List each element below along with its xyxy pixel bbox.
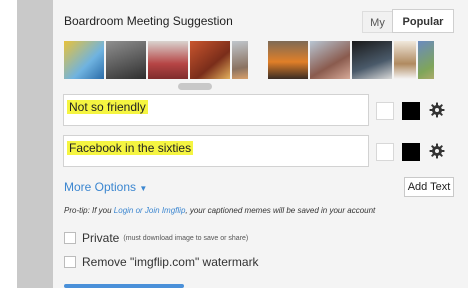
template-thumbnail[interactable] [106,41,146,79]
template-thumbnail[interactable] [190,41,230,79]
caption-text-2: Facebook in the sixties [67,141,194,155]
pro-tip-tail: , your captioned memes will be saved in … [185,206,376,215]
login-join-link[interactable]: Login or Join Imgflip [114,206,186,215]
template-thumbnail-strip [64,41,434,79]
template-thumbnail[interactable] [148,41,188,79]
more-options-link[interactable]: More Options ▼ [64,180,147,194]
private-checkbox[interactable] [64,232,76,244]
template-thumbnail[interactable] [394,41,416,79]
generate-button-edge[interactable] [64,284,184,288]
caption-controls-1 [369,94,455,126]
tab-my[interactable]: My [362,11,392,33]
private-label: Private [82,231,120,245]
pro-tip: Pro-tip: If you Login or Join Imgflip, y… [64,206,444,215]
template-thumbnail[interactable] [310,41,350,79]
gray-side-rail [17,0,53,288]
text-color-swatch[interactable] [376,102,394,120]
thumbnail-gap [250,41,266,79]
caret-down-icon: ▼ [139,184,148,193]
gear-icon[interactable] [429,102,445,118]
template-thumbnail[interactable] [232,41,248,79]
text-color-swatch[interactable] [376,143,394,161]
thumbnail-scrollbar[interactable] [178,83,212,90]
pro-tip-lead: Pro-tip: If you [64,206,114,215]
template-thumbnail[interactable] [268,41,308,79]
caption-text-1: Not so friendly [67,100,148,114]
caption-text-box-1[interactable]: Not so friendly [63,94,369,126]
template-thumbnail[interactable] [418,41,434,79]
template-thumbnail[interactable] [352,41,392,79]
watermark-label: Remove "imgflip.com" watermark [82,255,259,269]
watermark-option: Remove "imgflip.com" watermark [64,255,259,269]
left-gutter [0,0,17,288]
gear-icon[interactable] [429,143,445,159]
outline-color-swatch[interactable] [402,143,420,161]
outline-color-swatch[interactable] [402,102,420,120]
tab-popular[interactable]: Popular [392,9,454,33]
add-text-button[interactable]: Add Text [404,177,454,197]
template-thumbnail[interactable] [64,41,104,79]
template-title: Boardroom Meeting Suggestion [64,14,233,28]
caption-text-box-2[interactable]: Facebook in the sixties [63,135,369,167]
private-note: (must download image to save or share) [123,234,249,242]
caption-controls-2 [369,135,455,167]
remove-watermark-checkbox[interactable] [64,256,76,268]
private-option: Private (must download image to save or … [64,231,248,245]
more-options-label: More Options [64,180,137,194]
